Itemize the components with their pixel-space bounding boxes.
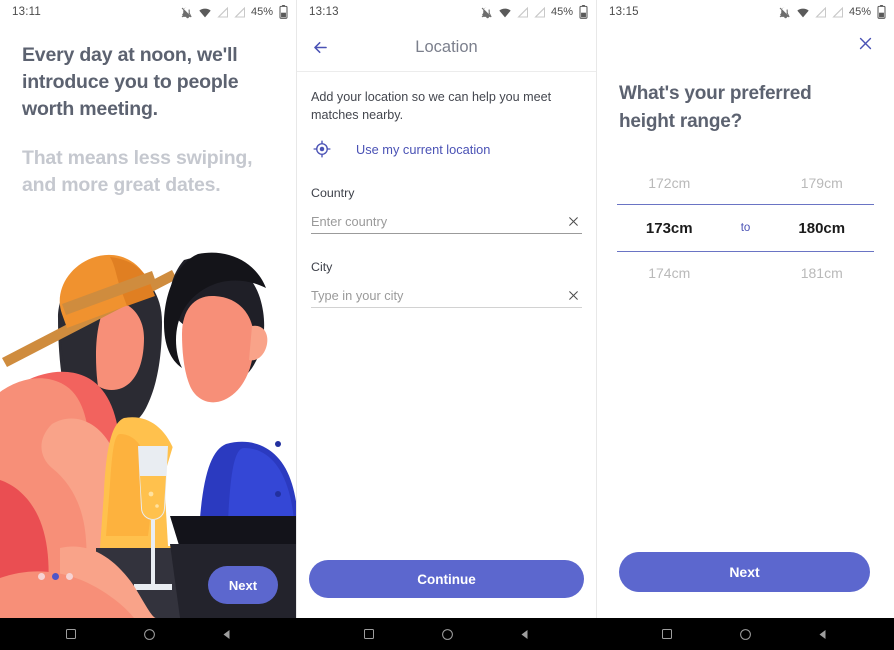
picker-max-above[interactable]: 179cm (770, 175, 875, 191)
page-dot-3[interactable] (66, 573, 73, 580)
status-icons: 45% (480, 5, 588, 19)
back-triangle-icon[interactable] (814, 625, 832, 643)
panel-strip: 13:11 45% (0, 0, 894, 618)
back-button[interactable] (297, 25, 343, 71)
height-range-picker[interactable]: 172cm 179cm 173cm to 180cm 174cm 181cm (597, 162, 894, 294)
page-indicator-dots[interactable] (38, 573, 73, 580)
signal-off-icon (832, 6, 844, 19)
nav-group-panel3 (596, 618, 894, 650)
picker-min-selected[interactable]: 173cm (617, 220, 722, 237)
screenshot-root: 13:11 45% (0, 0, 894, 650)
recents-square-icon[interactable] (62, 625, 80, 643)
picker-min-above[interactable]: 172cm (617, 175, 722, 191)
signal-off-icon (534, 6, 546, 19)
gps-crosshair-icon (311, 138, 333, 160)
wifi-icon (198, 6, 212, 19)
country-field-row[interactable] (311, 212, 582, 234)
recents-square-icon[interactable] (360, 625, 378, 643)
page-title: Every day at noon, we'll introduce you t… (22, 42, 274, 123)
wifi-icon (498, 6, 512, 19)
country-input[interactable] (311, 214, 564, 229)
picker-min-below[interactable]: 174cm (617, 265, 722, 281)
arrow-left-icon (311, 38, 330, 57)
status-icons: 45% (180, 5, 288, 19)
city-input[interactable] (311, 288, 564, 303)
use-current-location-label: Use my current location (356, 142, 490, 157)
panel-location-form: 13:13 45% (296, 0, 596, 618)
city-field-row[interactable] (311, 286, 582, 308)
status-bar-panel1: 13:11 45% (0, 0, 296, 24)
battery-icon (877, 5, 886, 19)
couple-illustration (0, 248, 296, 618)
country-field-label: Country (311, 186, 582, 200)
picker-row-above[interactable]: 172cm 179cm (617, 162, 874, 204)
location-form-body: Add your location so we can help you mee… (297, 72, 596, 308)
battery-icon (279, 5, 288, 19)
back-triangle-icon[interactable] (516, 625, 534, 643)
use-current-location-row[interactable]: Use my current location (311, 138, 582, 160)
home-circle-icon[interactable] (140, 625, 158, 643)
signal-off-icon (517, 6, 529, 19)
page-subtitle: That means less swiping, and more great … (22, 145, 274, 199)
mute-icon (180, 6, 193, 19)
nav-group-panel2 (298, 618, 596, 650)
home-circle-icon[interactable] (736, 625, 754, 643)
city-field-label: City (311, 260, 582, 274)
signal-off-icon (234, 6, 246, 19)
home-circle-icon[interactable] (438, 625, 456, 643)
next-button[interactable]: Next (208, 566, 278, 604)
wifi-icon (796, 6, 810, 19)
status-bar-panel2: 13:13 45% (297, 0, 596, 24)
picker-max-selected[interactable]: 180cm (770, 220, 875, 237)
app-bar: Location (297, 24, 596, 72)
status-time: 13:15 (609, 6, 639, 18)
status-icons: 45% (778, 5, 886, 19)
signal-off-icon (815, 6, 827, 19)
picker-row-below[interactable]: 174cm 181cm (617, 252, 874, 294)
picker-max-below[interactable]: 181cm (770, 265, 875, 281)
city-clear-icon[interactable] (564, 286, 582, 304)
mute-icon (480, 6, 493, 19)
status-time: 13:11 (12, 6, 41, 18)
form-description: Add your location so we can help you mee… (311, 88, 582, 124)
battery-percent: 45% (551, 6, 573, 18)
recents-square-icon[interactable] (658, 625, 676, 643)
battery-icon (579, 5, 588, 19)
page-dot-1[interactable] (38, 573, 45, 580)
close-button[interactable] (852, 30, 878, 56)
android-navigation-bar (0, 618, 894, 650)
dialog-top-bar (597, 24, 894, 62)
picker-separator-label: to (722, 222, 770, 234)
battery-percent: 45% (251, 6, 273, 18)
panel-onboarding-intro: 13:11 45% (0, 0, 296, 618)
status-bar-panel3: 13:15 45% (597, 0, 894, 24)
continue-button[interactable]: Continue (309, 560, 584, 598)
back-triangle-icon[interactable] (218, 625, 236, 643)
next-button[interactable]: Next (619, 552, 870, 592)
panel-height-range: 13:15 45% (596, 0, 894, 618)
status-time: 13:13 (309, 6, 339, 18)
nav-group-panel1 (0, 618, 298, 650)
close-icon (857, 35, 874, 52)
battery-percent: 45% (849, 6, 871, 18)
mute-icon (778, 6, 791, 19)
page-dot-2-active[interactable] (52, 573, 59, 580)
signal-off-icon (217, 6, 229, 19)
page-title: What's your preferred height range? (597, 62, 894, 136)
country-clear-icon[interactable] (564, 212, 582, 230)
intro-copy-block: Every day at noon, we'll introduce you t… (0, 24, 296, 199)
picker-row-selected[interactable]: 173cm to 180cm (617, 204, 874, 252)
